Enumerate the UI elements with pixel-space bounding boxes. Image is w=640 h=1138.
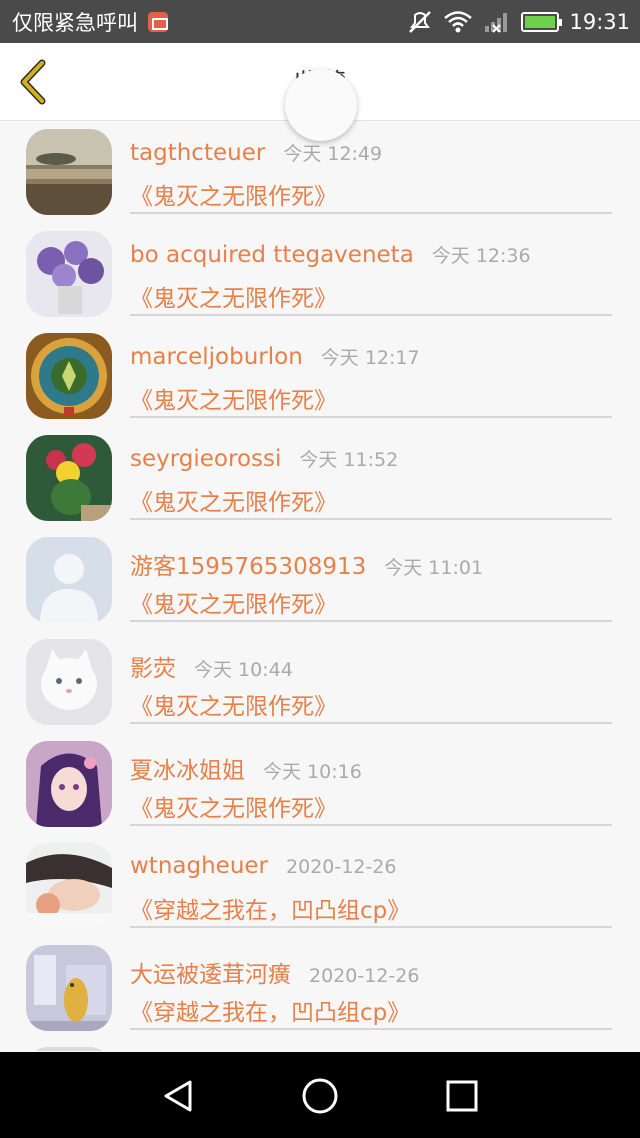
list-item[interactable]: bo acquired ttegaveneta 今天 12:36 《鬼灭之无限作… [0, 223, 640, 325]
mute-icon [409, 11, 432, 33]
book-title[interactable]: 《穿越之我在，凹凸组cp》 [130, 993, 410, 1027]
avatar[interactable] [26, 129, 112, 215]
status-left: 仅限紧急呼叫 [12, 8, 168, 36]
divider [130, 212, 612, 214]
list-item[interactable]: 游客1595765308913 今天 11:01 《鬼灭之无限作死》 [0, 529, 640, 631]
list-item[interactable]: wtnagheuer 2020-12-26 《穿越之我在，凹凸组cp》 [0, 835, 640, 937]
user-name[interactable]: 影荧 [130, 649, 176, 683]
book-title[interactable]: 《鬼灭之无限作死》 [130, 279, 337, 313]
user-name[interactable]: 夏冰冰姐姐 [130, 751, 245, 785]
user-name[interactable]: marceljoburlon [130, 344, 303, 370]
avatar[interactable] [26, 333, 112, 419]
avatar[interactable] [26, 1047, 112, 1051]
avatar[interactable] [26, 741, 112, 827]
avatar-ornament [26, 333, 112, 419]
timestamp: 2020-12-26 [286, 856, 397, 878]
avatar[interactable] [26, 945, 112, 1031]
avatar-white-cat [26, 639, 112, 725]
timestamp: 今天 10:44 [194, 659, 293, 681]
list-item[interactable]: marceljoburlon 今天 12:17 《鬼灭之无限作死》 [0, 325, 640, 427]
divider [130, 1028, 612, 1030]
book-title[interactable]: 《鬼灭之无限作死》 [130, 381, 337, 415]
user-name[interactable]: tagthcteuer [130, 140, 265, 166]
timestamp: 今天 12:36 [431, 245, 531, 267]
user-name[interactable]: 游客1595765308913 [130, 547, 366, 581]
avatar[interactable] [26, 231, 112, 317]
avatar[interactable] [26, 537, 112, 623]
user-name[interactable]: seyrgieorossi [130, 446, 281, 472]
notification-icon [148, 12, 168, 32]
loading-spinner [285, 69, 357, 141]
avatar-default-person [26, 537, 112, 623]
carrier-text: 仅限紧急呼叫 [12, 11, 138, 35]
timestamp: 今天 10:16 [263, 761, 362, 783]
book-title[interactable]: 《鬼灭之无限作死》 [130, 687, 337, 721]
item-header: wtnagheuer 2020-12-26 [130, 853, 396, 879]
book-title[interactable]: 《鬼灭之无限作死》 [130, 789, 337, 823]
list-item-partial[interactable] [0, 1039, 640, 1051]
avatar[interactable] [26, 843, 112, 929]
item-header: 游客1595765308913 今天 11:01 [130, 547, 483, 581]
book-title[interactable]: 《鬼灭之无限作死》 [130, 585, 337, 619]
avatar-seascape [26, 129, 112, 215]
status-bar: 仅限紧急呼叫 19:31 [0, 0, 640, 43]
clock-text: 19:31 [569, 10, 630, 34]
timestamp: 今天 11:01 [384, 557, 484, 579]
system-nav-bar [0, 1052, 640, 1138]
divider [130, 722, 612, 724]
avatar-lavender-flowers [26, 231, 112, 317]
wifi-icon [444, 11, 473, 33]
battery-icon [521, 12, 563, 32]
user-name[interactable]: wtnagheuer [130, 853, 268, 879]
item-header: 大运被逶茸河癀 2020-12-26 [130, 955, 419, 989]
divider [130, 926, 612, 928]
avatar-anime-girl [26, 741, 112, 827]
avatar[interactable] [26, 435, 112, 521]
book-title[interactable]: 《穿越之我在，凹凸组cp》 [130, 891, 410, 925]
avatar-sleeping-girl [26, 843, 112, 929]
no-signal-icon [485, 13, 508, 33]
avatar-cactus [26, 435, 112, 521]
divider [130, 416, 612, 418]
list-item[interactable]: 夏冰冰姐姐 今天 10:16 《鬼灭之无限作死》 [0, 733, 640, 835]
item-header: tagthcteuer 今天 12:49 [130, 139, 382, 166]
user-name[interactable]: 大运被逶茸河癀 [130, 955, 291, 989]
back-triangle-icon[interactable] [158, 1076, 198, 1116]
home-circle-icon[interactable] [300, 1076, 340, 1116]
divider [130, 824, 612, 826]
divider [130, 314, 612, 316]
timestamp: 今天 11:52 [299, 449, 399, 471]
user-name[interactable]: bo acquired ttegaveneta [130, 242, 414, 268]
item-header: seyrgieorossi 今天 11:52 [130, 445, 398, 472]
recents-square-icon[interactable] [442, 1076, 482, 1116]
list-item[interactable]: seyrgieorossi 今天 11:52 《鬼灭之无限作死》 [0, 427, 640, 529]
item-header: bo acquired ttegaveneta 今天 12:36 [130, 241, 531, 268]
timestamp: 今天 12:17 [320, 347, 420, 369]
timestamp: 今天 12:49 [283, 143, 383, 165]
timestamp: 2020-12-26 [309, 965, 420, 987]
list-item[interactable]: 影荧 今天 10:44 《鬼灭之无限作死》 [0, 631, 640, 733]
book-title[interactable]: 《鬼灭之无限作死》 [130, 177, 337, 211]
avatar-cartoon-animal [26, 945, 112, 1031]
avatar-partial [26, 1047, 112, 1051]
divider [130, 620, 612, 622]
item-header: 夏冰冰姐姐 今天 10:16 [130, 751, 362, 785]
avatar[interactable] [26, 639, 112, 725]
item-header: marceljoburlon 今天 12:17 [130, 343, 420, 370]
book-title[interactable]: 《鬼灭之无限作死》 [130, 483, 337, 517]
item-header: 影荧 今天 10:44 [130, 649, 293, 683]
list-item[interactable]: 大运被逶茸河癀 2020-12-26 《穿越之我在，凹凸组cp》 [0, 937, 640, 1039]
divider [130, 518, 612, 520]
status-right: 19:31 [407, 6, 630, 38]
favorites-list: tagthcteuer 今天 12:49 《鬼灭之无限作死》 bo acquir… [0, 121, 640, 1051]
